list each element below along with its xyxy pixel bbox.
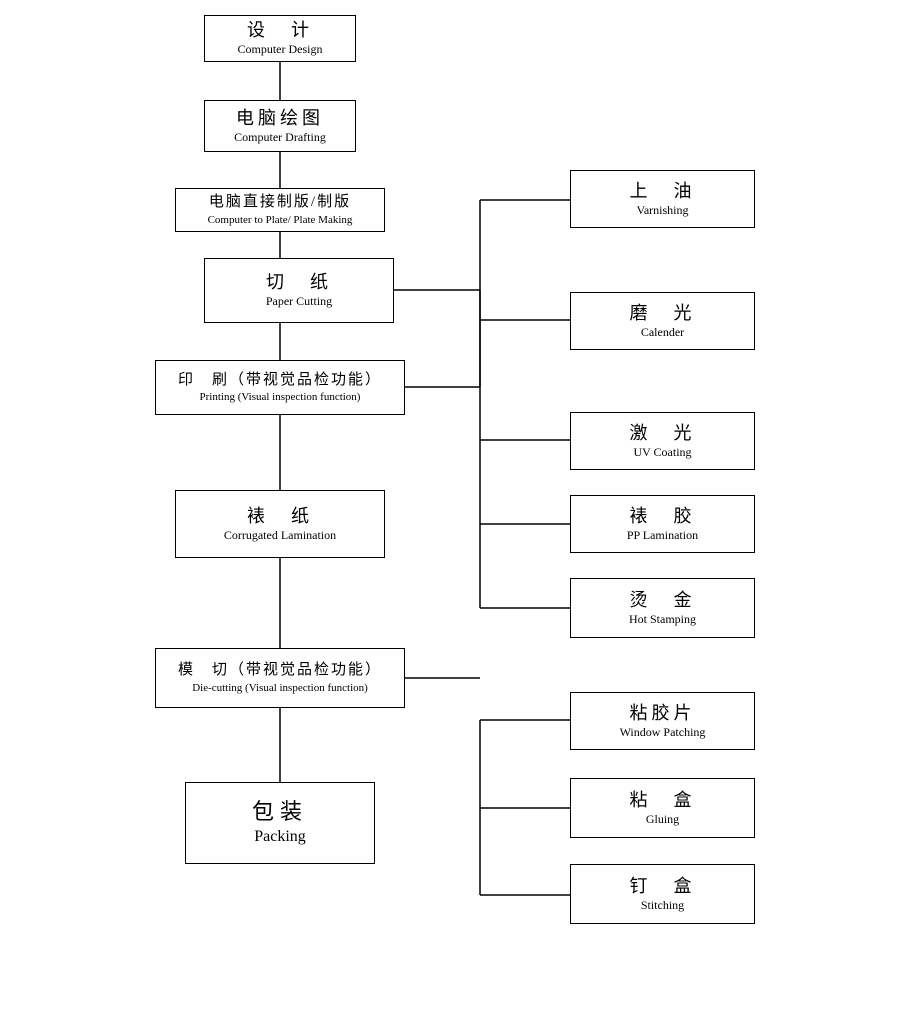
paper-cutting-en: Paper Cutting [266,294,332,310]
pp-lamination-node: 裱 胶 PP Lamination [570,495,755,553]
calender-node: 磨 光 Calender [570,292,755,350]
hot-stamping-zh: 烫 金 [630,589,696,612]
corrugated-lamination-en: Corrugated Lamination [224,528,336,544]
computer-drafting-zh: 电脑绘图 [236,107,324,130]
printing-zh: 印 刷（带视觉品检功能） [178,371,382,391]
window-patching-node: 粘胶片 Window Patching [570,692,755,750]
gluing-node: 粘 盒 Gluing [570,778,755,838]
stitching-node: 钉 盒 Stitching [570,864,755,924]
window-patching-zh: 粘胶片 [630,702,696,725]
hot-stamping-node: 烫 金 Hot Stamping [570,578,755,638]
pp-lamination-en: PP Lamination [627,528,698,544]
computer-design-zh: 设 计 [247,19,313,42]
plate-making-zh: 电脑直接制版/制版 [209,193,351,213]
window-patching-en: Window Patching [620,725,706,741]
paper-cutting-node: 切 纸 Paper Cutting [204,258,394,323]
corrugated-lamination-node: 裱 纸 Corrugated Lamination [175,490,385,558]
varnishing-en: Varnishing [637,203,689,219]
die-cutting-node: 模 切（带视觉品检功能） Die-cutting (Visual inspect… [155,648,405,708]
uv-coating-zh: 激 光 [630,422,696,445]
varnishing-zh: 上 油 [630,180,696,203]
paper-cutting-zh: 切 纸 [266,271,332,294]
computer-drafting-en: Computer Drafting [234,130,326,146]
packing-node: 包装 Packing [185,782,375,864]
packing-zh: 包装 [252,798,308,827]
stitching-zh: 钉 盒 [630,875,696,898]
uv-coating-en: UV Coating [633,445,691,461]
connector-lines [0,0,900,1030]
printing-en: Printing (Visual inspection function) [200,390,361,404]
calender-zh: 磨 光 [630,302,696,325]
packing-en: Packing [254,827,306,848]
computer-design-en: Computer Design [238,42,323,58]
corrugated-lamination-zh: 裱 纸 [247,505,313,528]
printing-node: 印 刷（带视觉品检功能） Printing (Visual inspection… [155,360,405,415]
hot-stamping-en: Hot Stamping [629,612,696,628]
plate-making-node: 电脑直接制版/制版 Computer to Plate/ Plate Makin… [175,188,385,232]
computer-drafting-node: 电脑绘图 Computer Drafting [204,100,356,152]
gluing-zh: 粘 盒 [630,789,696,812]
die-cutting-en: Die-cutting (Visual inspection function) [192,681,368,695]
pp-lamination-zh: 裱 胶 [630,505,696,528]
calender-en: Calender [641,325,684,341]
uv-coating-node: 激 光 UV Coating [570,412,755,470]
stitching-en: Stitching [641,898,684,914]
computer-design-node: 设 计 Computer Design [204,15,356,62]
gluing-en: Gluing [646,812,679,828]
plate-making-en: Computer to Plate/ Plate Making [208,213,353,227]
flowchart: 设 计 Computer Design 电脑绘图 Computer Drafti… [0,0,900,1030]
die-cutting-zh: 模 切（带视觉品检功能） [178,661,382,681]
varnishing-node: 上 油 Varnishing [570,170,755,228]
